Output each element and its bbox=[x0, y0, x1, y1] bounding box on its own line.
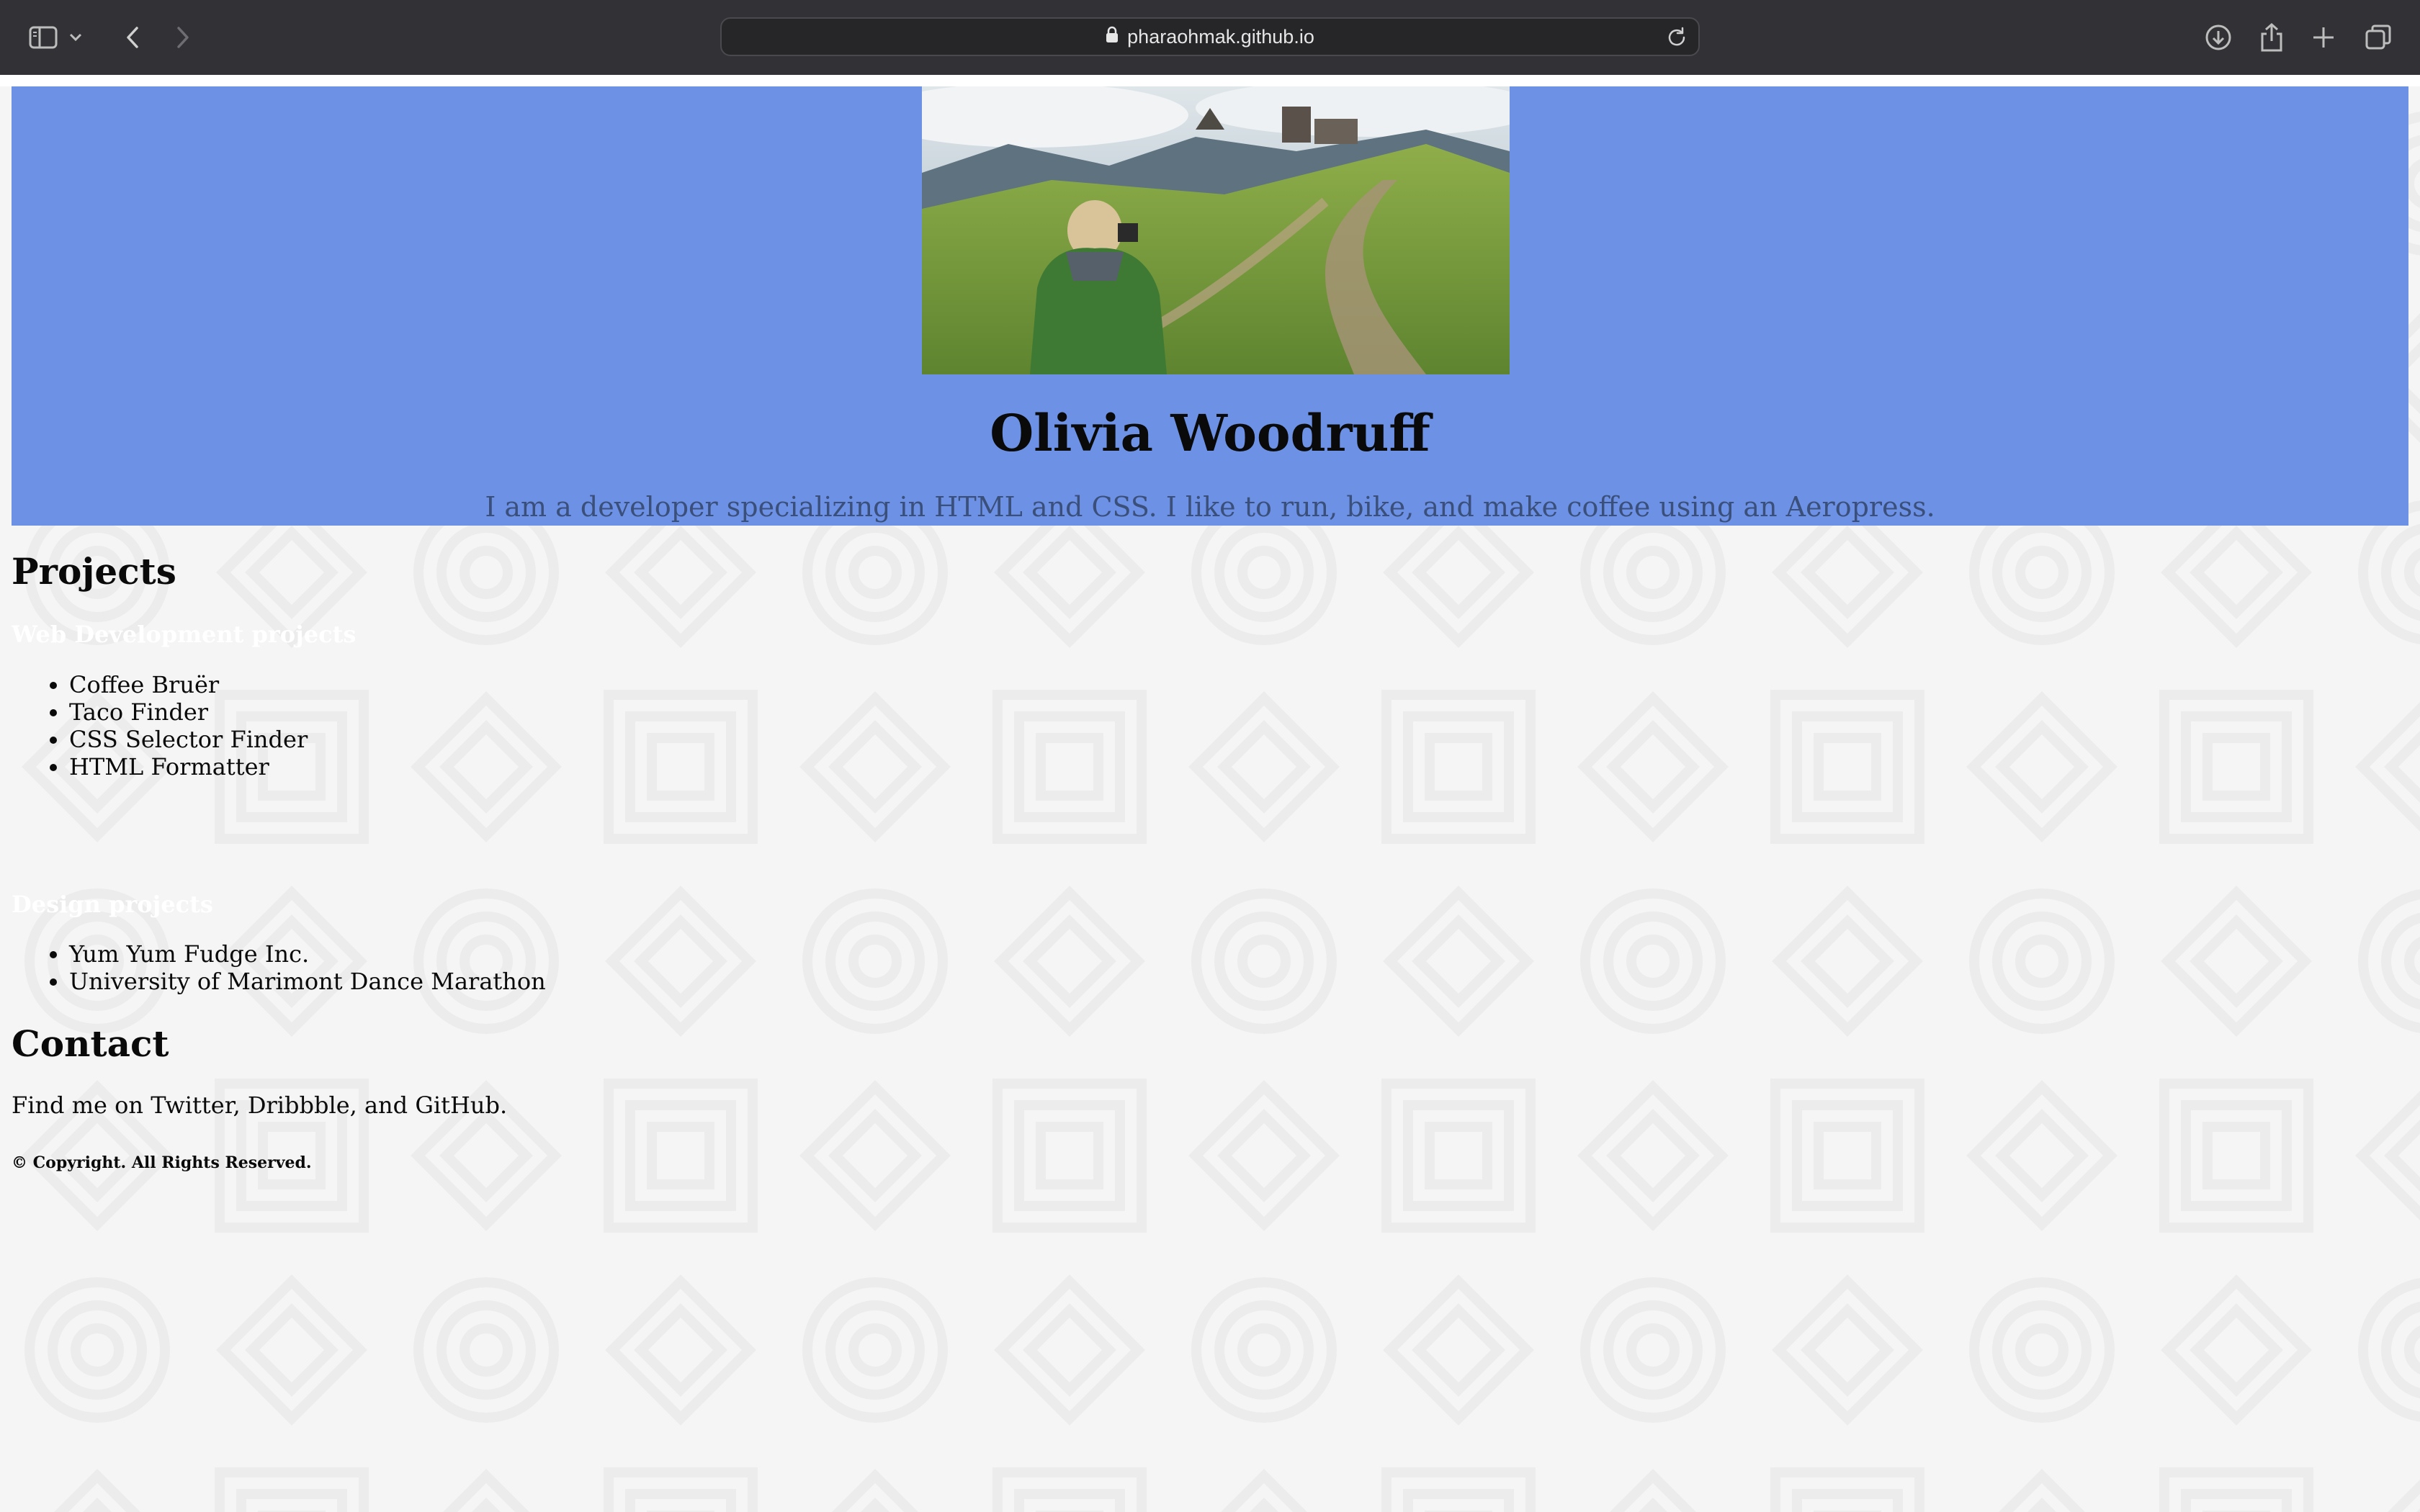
hero-photo bbox=[922, 86, 1510, 374]
header: Olivia Woodruff I am a developer special… bbox=[12, 86, 2408, 526]
plus-icon[interactable] bbox=[2305, 19, 2342, 56]
forward-icon[interactable] bbox=[164, 19, 202, 56]
list-item: CSS Selector Finder bbox=[69, 726, 308, 753]
copyright: © Copyright. All Rights Reserved. bbox=[12, 1153, 312, 1172]
download-icon[interactable] bbox=[2200, 19, 2237, 56]
page-viewport: Olivia Woodruff I am a developer special… bbox=[0, 86, 2420, 1512]
projects-heading: Projects bbox=[12, 550, 176, 593]
browser-toolbar: pharaohmak.github.io bbox=[0, 0, 2420, 76]
web-projects-heading: Web Development projects bbox=[12, 621, 357, 648]
list-item: Taco Finder bbox=[69, 698, 308, 726]
back-icon[interactable] bbox=[114, 19, 151, 56]
contact-heading: Contact bbox=[12, 1022, 169, 1065]
toolbar-divider bbox=[0, 75, 2420, 86]
design-projects-heading: Design projects bbox=[12, 891, 213, 918]
web-projects-list: Coffee Bruër Taco Finder CSS Selector Fi… bbox=[12, 671, 308, 780]
list-item: Yum Yum Fudge Inc. bbox=[69, 940, 546, 968]
list-item: HTML Formatter bbox=[69, 753, 308, 780]
page-title: Olivia Woodruff bbox=[990, 403, 1430, 463]
chevron-down-icon[interactable] bbox=[65, 19, 86, 56]
address-bar[interactable]: pharaohmak.github.io bbox=[720, 17, 1700, 56]
share-icon[interactable] bbox=[2253, 19, 2290, 56]
sidebar-icon[interactable] bbox=[24, 19, 62, 56]
list-item: University of Marimont Dance Marathon bbox=[69, 968, 546, 995]
reload-icon[interactable] bbox=[1665, 26, 1688, 49]
url-text: pharaohmak.github.io bbox=[1127, 25, 1314, 48]
contact-text: Find me on Twitter, Dribbble, and GitHub… bbox=[12, 1092, 508, 1119]
list-item: Coffee Bruër bbox=[69, 671, 308, 698]
design-projects-list: Yum Yum Fudge Inc. University of Marimon… bbox=[12, 940, 546, 995]
tabs-overview-icon[interactable] bbox=[2360, 19, 2397, 56]
lock-icon bbox=[1106, 26, 1119, 48]
tagline: I am a developer specializing in HTML an… bbox=[485, 491, 1935, 523]
